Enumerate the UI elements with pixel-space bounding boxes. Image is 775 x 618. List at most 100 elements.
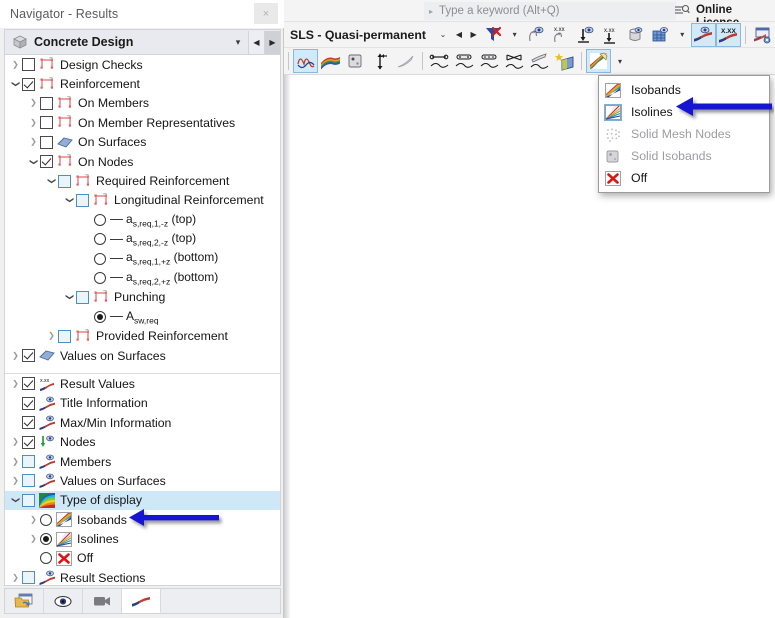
chevron-down-icon[interactable]: ❯ [48, 175, 57, 188]
tree-item-provided-reinforcement[interactable]: ❯ Provided Reinforcement [5, 326, 280, 345]
checkbox-max-min-information[interactable] [22, 416, 35, 430]
display-type-menu[interactable]: Isobands Isolines Solid Mesh Nodes Solid Is… [598, 75, 770, 193]
tree-item-required-reinforcement[interactable]: ❯ Required Reinforcement [5, 171, 280, 190]
tab-views-navigator[interactable] [83, 589, 122, 613]
checkbox-provided-reinforcement[interactable] [58, 329, 71, 343]
member-force-5-icon[interactable] [527, 49, 552, 73]
tree-item-as-req-2-plus-z[interactable]: ❯ as,req,2,+z (bottom) [5, 268, 280, 287]
results-eye-icon[interactable] [690, 22, 716, 47]
chevron-down-icon[interactable]: ❯ [12, 78, 21, 91]
chevron-right-icon[interactable]: ❯ [27, 99, 40, 107]
radio-as-req-2-minus-z[interactable] [94, 233, 106, 246]
chevron-down-icon[interactable]: ▾ [228, 37, 248, 48]
checkbox-longitudinal-reinforcement[interactable] [76, 193, 89, 207]
tree-item-nodes[interactable]: ❯ Nodes [5, 432, 280, 451]
tree-item-on-member-representatives[interactable]: ❯ On Member Representatives [5, 113, 280, 132]
chevron-right-icon[interactable]: ❯ [27, 515, 40, 524]
checkbox-on-member-representatives[interactable] [40, 116, 53, 130]
grid-eye-icon[interactable] [648, 23, 673, 47]
hand-xxx-icon[interactable]: x.xx [548, 23, 573, 47]
tree-item-off[interactable]: ❯ Off [5, 549, 280, 568]
checkbox-punching[interactable] [76, 290, 89, 304]
tree-item-as-req-1-plus-z[interactable]: ❯ as,req,1,+z (bottom) [5, 249, 280, 268]
solid-cylinder-icon[interactable] [623, 23, 648, 47]
arrow-updown-icon[interactable] [368, 49, 393, 73]
chevron-right-icon[interactable]: ❯ [9, 60, 22, 69]
tree-item-type-of-display[interactable]: ❯ Type of display [5, 490, 280, 510]
member-force-4-icon[interactable] [502, 49, 527, 73]
tree-item-isobands[interactable]: ❯ Isobands [5, 510, 280, 529]
prev-load-case-button[interactable]: ◀ [452, 30, 467, 39]
chevron-down-icon[interactable]: ❯ [12, 494, 21, 507]
chevron-right-icon[interactable]: ❯ [9, 573, 22, 582]
chevron-down-icon[interactable]: ❯ [66, 194, 75, 207]
chevron-down-icon[interactable]: ❯ [66, 291, 75, 304]
chevron-right-icon[interactable]: ❯ [27, 138, 40, 146]
display-type-dropdown-caret-icon[interactable]: ▾ [611, 57, 629, 66]
chevron-right-icon[interactable]: ❯ [9, 351, 22, 360]
chevron-right-icon[interactable]: ❯ [45, 332, 58, 340]
checkbox-values-on-surfaces-2[interactable] [22, 474, 35, 488]
mesh-dropdown-caret-icon[interactable]: ▾ [673, 30, 691, 39]
member-force-3-icon[interactable] [477, 49, 502, 73]
checkbox-on-surfaces[interactable] [40, 135, 53, 149]
tab-display-navigator[interactable] [44, 589, 83, 613]
chevron-right-icon[interactable]: ❯ [9, 438, 22, 446]
tree-item-on-nodes[interactable]: ❯ On Nodes [5, 152, 280, 171]
member-force-1-icon[interactable] [427, 49, 452, 73]
tree-item-result-values[interactable]: ❯ x.xx Result Values [5, 374, 280, 393]
tree-item-longitudinal-reinforcement[interactable]: ❯ Longitudinal Reinforcement [5, 191, 280, 210]
radio-off[interactable] [40, 552, 52, 565]
rainbow-flag-icon[interactable] [318, 49, 343, 73]
checkbox-type-of-display[interactable] [22, 493, 35, 507]
tree-item-as-req-1-minus-z[interactable]: ❯ as,req,1,-z (top) [5, 210, 280, 229]
chevron-right-icon[interactable]: ❯ [9, 476, 22, 485]
star-surface-icon[interactable] [552, 49, 577, 73]
next-button[interactable]: ▶ [264, 30, 280, 54]
member-force-2-icon[interactable] [452, 49, 477, 73]
results-xxx-icon[interactable]: X.XX [715, 22, 741, 47]
navigator-tree[interactable]: ❯ Design Checks ❯ Reinforcement ❯ On Members ❯… [4, 54, 281, 586]
tree-item-values-on-surfaces-1[interactable]: ❯ Values on Surfaces [5, 346, 280, 365]
chevron-right-icon[interactable]: ❯ [9, 379, 22, 388]
chevron-right-icon[interactable]: ❯ [27, 118, 40, 127]
radio-as-req-2-plus-z[interactable] [94, 271, 106, 284]
prev-button[interactable]: ◀ [248, 30, 264, 54]
tree-item-max-min-information[interactable]: ❯ Max/Min Information [5, 413, 280, 432]
checkbox-title-information[interactable] [22, 396, 35, 410]
tree-item-design-checks[interactable]: ❯ Design Checks [5, 55, 280, 74]
checkbox-on-members[interactable] [40, 96, 53, 110]
radio-as-req-1-plus-z[interactable] [94, 252, 106, 265]
deformation-curve-icon[interactable] [293, 49, 318, 73]
chevron-right-icon[interactable]: ❯ [9, 457, 22, 466]
chevron-down-icon[interactable]: ⌄ [434, 30, 452, 39]
filter-red-x-icon[interactable] [481, 23, 506, 47]
radio-asw-req[interactable] [94, 310, 106, 323]
checkbox-nodes[interactable] [22, 435, 35, 449]
tree-item-title-information[interactable]: ❯ Title Information [5, 394, 280, 413]
tab-results-navigator[interactable] [122, 589, 161, 613]
rainbow-pencil-icon[interactable] [586, 49, 611, 73]
checkbox-result-values[interactable] [22, 377, 35, 391]
checkbox-reinforcement[interactable] [22, 77, 35, 91]
menu-item-isolines[interactable]: Isolines [599, 101, 769, 123]
filter-dropdown-caret-icon[interactable]: ▾ [506, 30, 524, 39]
checkbox-values-on-surfaces-1[interactable] [22, 349, 35, 363]
arrow-down-eye-icon[interactable] [573, 23, 598, 47]
navigator-tab-strip[interactable] [4, 588, 281, 614]
checkbox-design-checks[interactable] [22, 58, 35, 72]
tree-item-on-members[interactable]: ❯ On Members [5, 94, 280, 113]
tree-item-reinforcement[interactable]: ❯ Reinforcement [5, 74, 280, 93]
tree-item-values-on-surfaces-2[interactable]: ❯ Values on Surfaces [5, 471, 280, 490]
arrow-down-xxx-icon[interactable]: x.xx [598, 23, 623, 47]
dice-cube-icon[interactable] [343, 49, 368, 73]
checkbox-on-nodes[interactable] [40, 155, 53, 169]
tree-item-on-surfaces[interactable]: ❯ On Surfaces [5, 133, 280, 152]
checkbox-result-sections[interactable] [22, 571, 35, 585]
slash-line-icon[interactable] [393, 49, 418, 73]
next-load-case-button[interactable]: ▶ [466, 30, 481, 39]
tree-item-punching[interactable]: ❯ Punching [5, 288, 280, 307]
load-case-label[interactable]: SLS - Quasi-permanent [290, 28, 434, 42]
chevron-down-icon[interactable]: ❯ [30, 155, 39, 168]
checkbox-members[interactable] [22, 455, 35, 468]
